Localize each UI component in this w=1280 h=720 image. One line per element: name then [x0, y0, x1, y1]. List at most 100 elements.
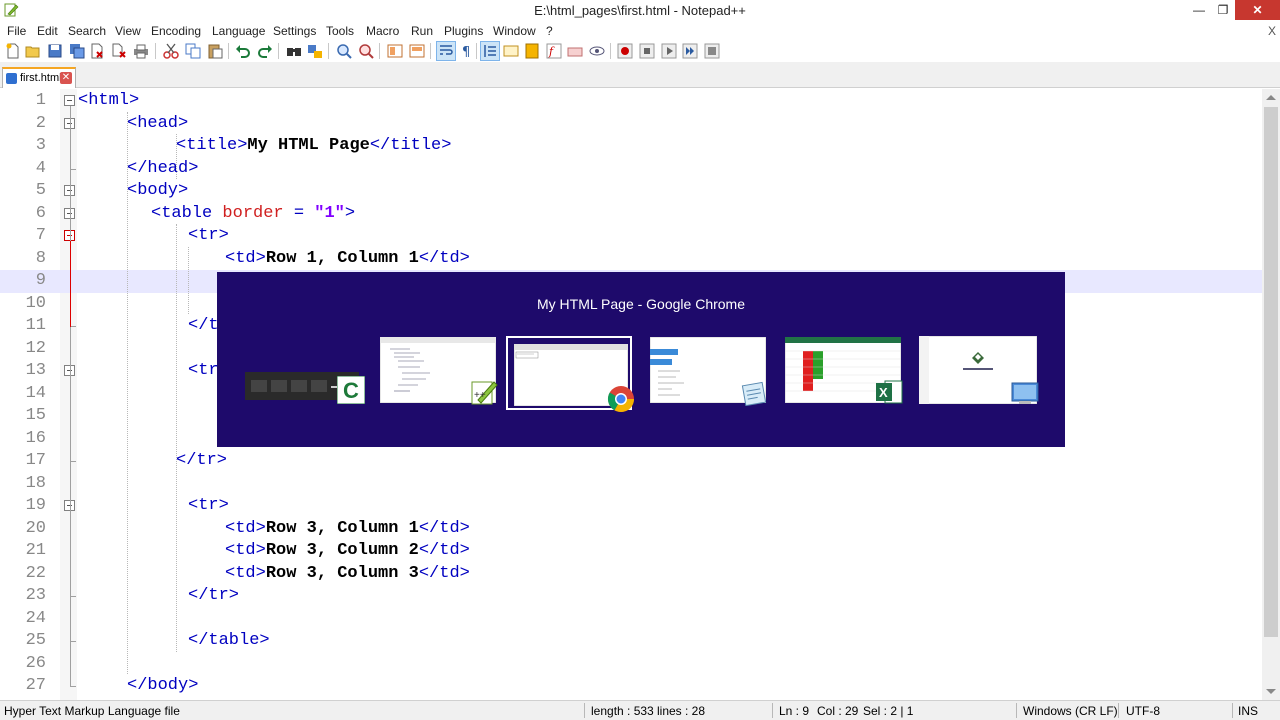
code-line[interactable]: 6 <table border = "1"> — [0, 203, 1262, 226]
stop-macro-icon[interactable] — [638, 42, 656, 60]
menu-encoding[interactable]: Encoding — [151, 24, 201, 38]
record-macro-icon[interactable] — [616, 42, 634, 60]
scroll-up-arrow[interactable] — [1266, 95, 1276, 100]
code-line[interactable]: 23 </tr> — [0, 585, 1262, 608]
menu-file[interactable]: File — [7, 24, 26, 38]
code-text: <html> — [78, 90, 139, 112]
notepad-thumbnail[interactable] — [646, 336, 772, 410]
code-line[interactable]: 21 <td>Row 3, Column 2</td> — [0, 540, 1262, 563]
close-icon[interactable] — [88, 42, 106, 60]
doc-map-icon[interactable] — [523, 42, 541, 60]
notepad-plus-plus-thumbnail[interactable]: ++ — [376, 336, 502, 410]
scroll-down-arrow[interactable] — [1266, 689, 1276, 694]
text-token: Row 3, Column 2 — [265, 541, 419, 560]
code-line[interactable]: 24 — [0, 608, 1262, 631]
excel-thumbnail[interactable]: X — [781, 336, 907, 410]
show-all-chars-icon[interactable]: ¶ — [458, 42, 476, 60]
close-all-icon[interactable] — [110, 42, 128, 60]
menu-edit[interactable]: Edit — [37, 24, 58, 38]
code-line[interactable]: 2 <head> — [0, 113, 1262, 136]
status-encoding: UTF-8 — [1126, 704, 1160, 718]
code-text: <td>Row 3, Column 1</td> — [225, 518, 470, 540]
close-document-button[interactable]: X — [1268, 24, 1276, 38]
menu-search[interactable]: Search — [68, 24, 106, 38]
word-wrap-icon[interactable] — [436, 41, 456, 61]
html-tag-token: </td> — [418, 248, 470, 268]
udl-icon[interactable] — [502, 42, 520, 60]
camtasia-icon: C — [337, 376, 365, 404]
save-icon[interactable] — [46, 42, 64, 60]
menu-help[interactable]: ? — [546, 24, 553, 38]
excel-icon: X — [876, 380, 903, 404]
tab-label: first.html — [20, 72, 62, 84]
code-line[interactable]: 22 <td>Row 3, Column 3</td> — [0, 563, 1262, 586]
code-text: </head> — [127, 158, 198, 180]
zoom-in-icon[interactable] — [335, 42, 353, 60]
code-line[interactable]: 17 </tr> — [0, 450, 1262, 473]
vertical-scrollbar[interactable] — [1262, 89, 1280, 700]
google-chrome-thumbnail[interactable] — [506, 336, 635, 413]
line-number: 22 — [25, 563, 46, 583]
code-line[interactable]: 3 <title>My HTML Page</title> — [0, 135, 1262, 158]
code-line[interactable]: 5 <body> — [0, 180, 1262, 203]
code-line[interactable]: 7 <tr> — [0, 225, 1262, 248]
code-line[interactable]: 27 </body> — [0, 675, 1262, 698]
code-line[interactable]: 1 <html> — [0, 90, 1262, 113]
sync-vertical-icon[interactable] — [386, 42, 404, 60]
minimize-button[interactable]: — — [1186, 0, 1212, 20]
code-line[interactable]: 26 — [0, 653, 1262, 676]
save-macro-icon[interactable] — [703, 42, 721, 60]
menu-tools[interactable]: Tools — [326, 24, 354, 38]
menu-language[interactable]: Language — [212, 24, 265, 38]
code-text: </tr> — [176, 450, 227, 472]
menu-view[interactable]: View — [115, 24, 141, 38]
open-file-icon[interactable] — [24, 42, 42, 60]
save-all-icon[interactable] — [68, 42, 86, 60]
indent-guide-icon[interactable] — [480, 41, 500, 61]
sync-horizontal-icon[interactable] — [408, 42, 426, 60]
redo-icon[interactable] — [256, 42, 274, 60]
undo-icon[interactable] — [234, 42, 252, 60]
restore-button[interactable]: ❐ — [1212, 0, 1234, 20]
code-line[interactable]: 19 <tr> — [0, 495, 1262, 518]
html-tag-token: <td> — [225, 563, 266, 583]
find-icon[interactable] — [285, 42, 303, 60]
function-list-icon[interactable]: f — [545, 42, 563, 60]
code-line[interactable]: 20 <td>Row 3, Column 1</td> — [0, 518, 1262, 541]
code-text: </body> — [127, 675, 198, 697]
zoom-out-icon[interactable] — [357, 42, 375, 60]
menu-run[interactable]: Run — [411, 24, 433, 38]
code-line[interactable]: 4 </head> — [0, 158, 1262, 181]
play-macro-icon[interactable] — [660, 42, 678, 60]
notepad-plus-plus-icon: ++ — [471, 381, 498, 405]
replace-icon[interactable] — [306, 42, 324, 60]
menu-plugins[interactable]: Plugins — [444, 24, 483, 38]
new-file-icon[interactable] — [4, 42, 22, 60]
menu-bar: File Edit Search View Encoding Language … — [0, 22, 1280, 40]
fold-toggle-icon[interactable] — [64, 95, 75, 106]
scrollbar-thumb[interactable] — [1264, 107, 1278, 637]
html-tag-token: </body> — [127, 676, 199, 695]
folder-as-workspace-icon[interactable] — [566, 42, 584, 60]
code-line[interactable]: 18 — [0, 473, 1262, 496]
code-text: </tr> — [188, 585, 239, 607]
cut-icon[interactable] — [162, 42, 180, 60]
code-line[interactable]: 8 <td>Row 1, Column 1</td> — [0, 248, 1262, 271]
tab-close-button[interactable]: ✕ — [60, 72, 72, 84]
camtasia-thumbnail[interactable]: C — [241, 336, 367, 410]
print-icon[interactable] — [132, 42, 150, 60]
monitor-icon[interactable] — [588, 42, 606, 60]
run-macro-multiple-icon[interactable] — [681, 42, 699, 60]
menu-settings[interactable]: Settings — [273, 24, 316, 38]
paste-icon[interactable] — [206, 42, 224, 60]
desktop-thumbnail[interactable] — [915, 335, 1041, 410]
code-line[interactable]: 25 </table> — [0, 630, 1262, 653]
copy-icon[interactable] — [184, 42, 202, 60]
toolbar-separator — [155, 43, 156, 59]
close-window-button[interactable]: ✕ — [1235, 0, 1280, 20]
tab-first-html[interactable]: first.html ✕ — [2, 67, 76, 88]
html-tag-token: </tr> — [176, 451, 228, 470]
line-number: 23 — [25, 586, 46, 605]
menu-window[interactable]: Window — [493, 24, 536, 38]
menu-macro[interactable]: Macro — [366, 24, 399, 38]
